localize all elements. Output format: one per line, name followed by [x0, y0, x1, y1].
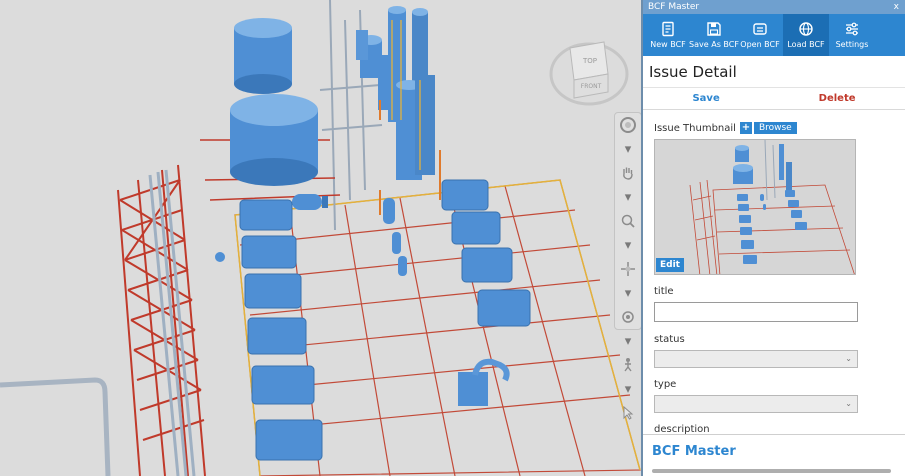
- title-label: title: [654, 286, 674, 297]
- open-bcf-button[interactable]: Open BCF: [737, 14, 783, 56]
- pan-hand-icon[interactable]: [615, 161, 641, 185]
- storage-tank-upper: [234, 18, 292, 94]
- equipment-left-row: [239, 199, 323, 461]
- type-select[interactable]: ⌄: [654, 395, 858, 413]
- orbit-icon[interactable]: [615, 257, 641, 281]
- chevron-down-icon[interactable]: ▾: [615, 377, 641, 401]
- type-label: type: [654, 379, 677, 390]
- description-label: description: [654, 424, 710, 434]
- load-bcf-button[interactable]: Load BCF: [783, 14, 829, 56]
- settings-label: Settings: [835, 40, 869, 49]
- load-bcf-label: Load BCF: [787, 40, 825, 49]
- new-bcf-label: New BCF: [650, 40, 686, 49]
- new-bcf-icon: [662, 21, 674, 37]
- action-row: Save Delete: [643, 88, 905, 110]
- thumbnail-header: Issue Thumbnail + Browse: [654, 120, 905, 136]
- zoom-icon[interactable]: [615, 209, 641, 233]
- browse-button[interactable]: Browse: [753, 122, 797, 134]
- sliders-icon: [846, 22, 858, 36]
- globe-icon: [799, 22, 813, 36]
- thumbnail-image: [655, 140, 855, 274]
- open-bcf-icon: [753, 23, 767, 35]
- chevron-down-icon[interactable]: ▾: [615, 329, 641, 353]
- close-icon[interactable]: x: [894, 0, 899, 14]
- thumbnail-label: Issue Thumbnail: [654, 122, 736, 134]
- view-cube[interactable]: TOP FRONT: [548, 30, 630, 112]
- walk-icon[interactable]: [615, 353, 641, 377]
- chevron-down-icon[interactable]: ▾: [615, 281, 641, 305]
- bcf-master-panel: BCF Master x New BCF Save As BCF Open BC…: [641, 0, 905, 476]
- chevron-down-icon[interactable]: ▾: [615, 137, 641, 161]
- steering-wheel-icon[interactable]: [615, 113, 641, 137]
- columns: [356, 6, 435, 180]
- chevron-down-icon[interactable]: ▾: [615, 185, 641, 209]
- settings-button[interactable]: Settings: [829, 14, 875, 56]
- title-input[interactable]: [654, 302, 858, 322]
- plant-model-scene: [0, 0, 641, 476]
- panel-footer: BCF Master: [643, 434, 905, 476]
- horizontal-scrollbar[interactable]: [652, 469, 891, 473]
- look-icon[interactable]: [615, 305, 641, 329]
- open-bcf-label: Open BCF: [740, 40, 780, 49]
- issue-form: Issue Thumbnail + Browse Edit title stat…: [643, 112, 905, 434]
- viewcube-top-label: TOP: [582, 57, 597, 65]
- save-button[interactable]: Save: [692, 93, 719, 104]
- save-icon: [707, 22, 721, 36]
- edit-thumbnail-button[interactable]: Edit: [656, 258, 684, 272]
- horizontal-drum: [292, 194, 328, 210]
- status-label: status: [654, 334, 685, 345]
- storage-tank-lower: [230, 94, 318, 186]
- add-thumbnail-button[interactable]: +: [739, 122, 752, 134]
- save-as-bcf-label: Save As BCF: [689, 40, 739, 49]
- panel-titlebar: BCF Master x: [643, 0, 905, 14]
- bcf-toolbar: New BCF Save As BCF Open BCF Load BCF Se…: [643, 14, 905, 56]
- chevron-down-icon: ⌄: [845, 399, 852, 408]
- status-select[interactable]: ⌄: [654, 350, 858, 368]
- issue-thumbnail: Edit: [654, 139, 856, 275]
- delete-button[interactable]: Delete: [819, 93, 856, 104]
- model-viewport[interactable]: TOP FRONT ▾ ▾ ▾ ▾ ▾ ▾: [0, 0, 641, 476]
- navigation-bar: ▾ ▾ ▾ ▾ ▾ ▾: [614, 112, 641, 420]
- viewcube-front-label: FRONT: [581, 83, 602, 90]
- save-as-bcf-button[interactable]: Save As BCF: [689, 14, 739, 56]
- footer-brand: BCF Master: [652, 444, 736, 459]
- chevron-down-icon: ⌄: [845, 354, 852, 363]
- select-cursor-icon[interactable]: [615, 401, 641, 425]
- page-title: Issue Detail: [643, 56, 905, 88]
- chevron-down-icon[interactable]: ▾: [615, 233, 641, 257]
- panel-window-title: BCF Master: [648, 2, 700, 12]
- new-bcf-button[interactable]: New BCF: [645, 14, 691, 56]
